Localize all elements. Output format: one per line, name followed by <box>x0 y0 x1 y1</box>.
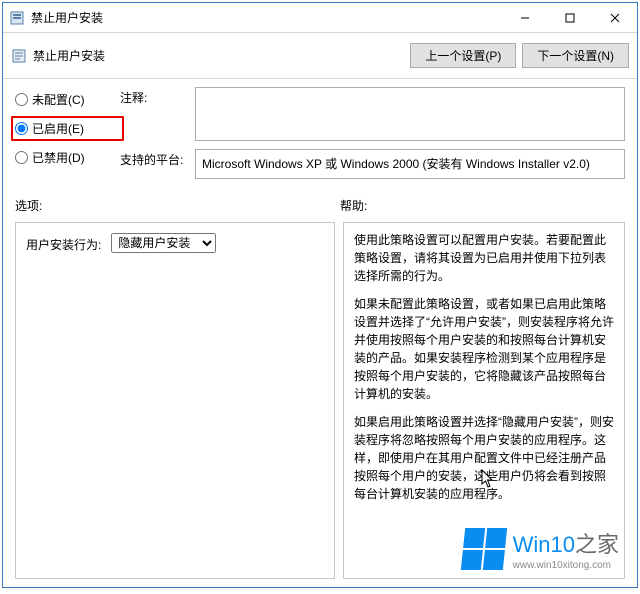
windows-logo-icon <box>460 528 506 570</box>
enabled-highlight: 已启用(E) <box>11 116 124 141</box>
radio-label: 已启用(E) <box>32 120 84 137</box>
radio-not-configured[interactable]: 未配置(C) <box>15 91 120 108</box>
platform-label: 支持的平台: <box>120 149 195 179</box>
help-paragraph: 如果未配置此策略设置，或者如果已启用此策略设置并选择了“允许用户安装”，则安装程… <box>354 295 614 403</box>
radio-disabled[interactable]: 已禁用(D) <box>15 149 120 166</box>
radio-label: 未配置(C) <box>32 91 85 108</box>
options-panel: 用户安装行为: 隐藏用户安装 <box>15 222 335 579</box>
watermark-url: www.win10xitong.com <box>513 560 619 571</box>
window-title: 禁止用户安装 <box>31 9 502 26</box>
comment-input[interactable] <box>195 87 625 141</box>
user-install-behavior-label: 用户安装行为: <box>26 233 101 253</box>
watermark-brand-prefix: Win10 <box>513 532 575 557</box>
help-paragraph: 使用此策略设置可以配置用户安装。若要配置此策略设置，请将其设置为已启用并使用下拉… <box>354 231 614 285</box>
maximize-button[interactable] <box>547 3 592 32</box>
close-button[interactable] <box>592 3 637 32</box>
watermark: Win10之家 www.win10xitong.com <box>463 527 619 571</box>
watermark-brand-suffix: 之家 <box>575 532 619 557</box>
minimize-button[interactable] <box>502 3 547 32</box>
user-install-behavior-select[interactable]: 隐藏用户安装 <box>111 233 216 253</box>
options-label: 选项: <box>15 197 340 214</box>
prev-setting-button[interactable]: 上一个设置(P) <box>410 43 516 68</box>
platform-value: Microsoft Windows XP 或 Windows 2000 (安装有… <box>195 149 625 179</box>
help-panel: 使用此策略设置可以配置用户安装。若要配置此策略设置，请将其设置为已启用并使用下拉… <box>343 222 625 579</box>
next-setting-button[interactable]: 下一个设置(N) <box>522 43 629 68</box>
policy-icon <box>11 48 27 64</box>
gpedit-icon <box>9 10 25 26</box>
radio-enabled[interactable]: 已启用(E) <box>15 120 118 137</box>
radio-label: 已禁用(D) <box>32 149 85 166</box>
help-label: 帮助: <box>340 197 367 214</box>
policy-title: 禁止用户安装 <box>33 47 404 64</box>
comment-label: 注释: <box>120 87 195 141</box>
help-paragraph: 如果启用此策略设置并选择“隐藏用户安装”，则安装程序将忽略按照每个用户安装的应用… <box>354 413 614 503</box>
